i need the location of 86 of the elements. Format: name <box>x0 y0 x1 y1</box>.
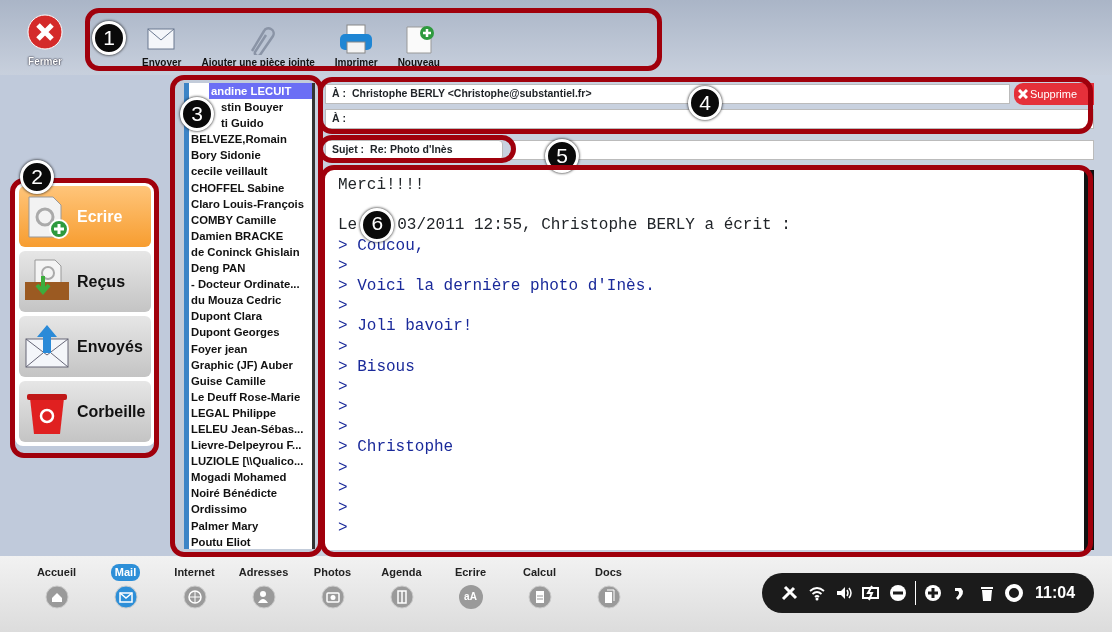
contact-item[interactable]: Poutu Eliot <box>189 533 315 549</box>
field-value: Christophe BERLY <Christophe@substantiel.fr> <box>352 86 592 102</box>
minus-icon[interactable] <box>888 583 908 603</box>
contact-item[interactable]: Bory Sidonie <box>189 147 315 164</box>
text-line: > <box>338 518 348 539</box>
battery-icon[interactable] <box>861 583 881 603</box>
contact-item[interactable]: Dupont Georges <box>189 324 315 341</box>
scrollbar[interactable] <box>1084 170 1094 550</box>
contact-item[interactable]: Guise Camille <box>189 372 315 389</box>
contact-item[interactable]: Deng PAN <box>189 260 315 277</box>
home-icon <box>44 584 69 609</box>
close-icon <box>27 14 63 50</box>
contact-item[interactable]: BELVEZE,Romain <box>189 131 315 148</box>
subject-field[interactable]: Sujet : Re: Photo d'Inès <box>325 140 503 160</box>
contact-item[interactable]: cecile veillault <box>189 163 315 180</box>
contact-item[interactable]: CHOFFEL Sabine <box>189 179 315 196</box>
text-line: > <box>338 397 348 418</box>
text-line: > <box>338 417 348 438</box>
text-line: > <box>338 336 348 357</box>
contact-item[interactable]: Dupont Clara <box>189 308 315 325</box>
contact-item[interactable]: Palmer Mary <box>189 517 315 534</box>
toolbar-button[interactable]: Envoyer <box>136 19 188 70</box>
text-line: > Voici la dernière photo d'Inès. <box>338 275 655 297</box>
dock-button[interactable]: Adresses <box>229 564 298 632</box>
field-label: À : <box>332 86 346 102</box>
close-icon <box>1018 89 1028 99</box>
clock: 11:04 <box>1035 583 1076 603</box>
contact-item[interactable]: Lievre-Delpeyrou F... <box>189 437 315 454</box>
text-line: > <box>338 296 348 317</box>
contact-item[interactable]: Mogadi Mohamed <box>189 469 315 486</box>
contact-item[interactable]: Damien BRACKE <box>189 227 315 244</box>
toolbar-button[interactable]: Ajouter une pièce jointe <box>195 19 321 70</box>
contact-item[interactable]: - Docteur Ordinate... <box>189 276 315 293</box>
dock-button[interactable]: Ecrire aA <box>436 564 505 632</box>
dock-button[interactable]: Calcul <box>505 564 574 632</box>
contact-item[interactable]: COMBY Camille <box>189 211 315 228</box>
contact-item[interactable]: Graphic (JF) Auber <box>189 356 315 373</box>
toolbar-button[interactable]: Imprimer <box>328 19 384 70</box>
text-line: > <box>338 376 348 398</box>
contact-item[interactable]: LEGAL Philippe <box>189 404 315 421</box>
contact-item[interactable]: ti Guido <box>219 115 315 132</box>
folder-button[interactable]: Reçus <box>19 251 151 312</box>
folder-button[interactable]: Corbeille <box>19 381 151 442</box>
text-line: Merci!!!! <box>338 175 425 196</box>
contact-item[interactable]: du Mouza Cedric <box>189 292 315 309</box>
folder-button[interactable]: Envoyés <box>19 316 151 377</box>
calculator-icon <box>527 584 552 609</box>
dock-button[interactable]: Internet <box>160 564 229 632</box>
printer-icon <box>338 23 375 55</box>
contact-item[interactable]: stin Bouyer <box>219 99 315 116</box>
docs-icon <box>596 584 621 609</box>
text-line: > Bisous <box>338 356 415 377</box>
dock-button[interactable]: Photos <box>298 564 367 632</box>
field-label: À : <box>332 111 346 127</box>
contact-item[interactable]: de Coninck Ghislain <box>189 243 315 261</box>
dock-button[interactable]: Accueil <box>22 564 91 632</box>
toolbar-button[interactable]: Nouveau <box>391 19 446 70</box>
person-icon <box>251 584 276 609</box>
text-line: > Christophe <box>338 437 454 458</box>
app-icon: aA <box>458 584 483 609</box>
contact-item[interactable]: Foyer jean <box>189 340 315 357</box>
globe-icon <box>182 584 207 609</box>
dock-button[interactable]: Docs <box>574 564 643 632</box>
text-line: > <box>338 457 348 478</box>
field-label: Sujet : <box>332 142 365 158</box>
text-line: Le <box>338 215 358 236</box>
text-line: > <box>338 477 348 498</box>
scrollbar[interactable] <box>312 83 315 549</box>
contact-item[interactable]: Le Deuff Rose-Marie <box>189 388 315 405</box>
field-value: Re: Photo d'Inès <box>370 142 453 158</box>
remove-button[interactable]: Supprime <box>1014 83 1094 105</box>
camera-icon <box>320 584 345 609</box>
plus-icon[interactable] <box>923 583 943 603</box>
dock-button[interactable]: Agenda <box>367 564 436 632</box>
recipient-field[interactable]: À : <box>325 109 1094 129</box>
contact-item[interactable]: Ordissimo <box>189 501 315 518</box>
envelope-icon <box>113 584 138 609</box>
contact-item[interactable]: LELEU Jean-Sébas... <box>189 420 315 438</box>
text-line: 03/2011 12:55, Christophe BERLY a écrit : <box>397 215 791 236</box>
contact-item[interactable]: Claro Louis-François <box>189 195 315 212</box>
contact-item[interactable]: Noiré Bénédicte <box>189 485 315 502</box>
contact-item[interactable]: LUZIOLE [\\Qualico... <box>189 453 315 470</box>
contact-item[interactable]: andine LECUIT <box>209 83 315 100</box>
text-line: > <box>338 255 348 276</box>
text-line: > <box>338 498 348 519</box>
text-line: > Joli bavoir! <box>338 316 473 337</box>
